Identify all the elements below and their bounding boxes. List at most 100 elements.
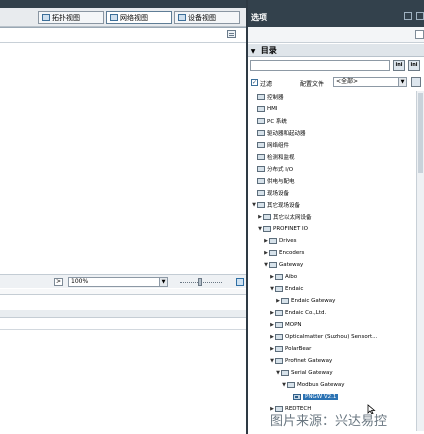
tree-item[interactable]: ▼ Gateway bbox=[263, 259, 303, 271]
tree-item-label: Drives bbox=[279, 238, 297, 244]
tree-item[interactable]: 供电与配电 bbox=[251, 175, 295, 187]
pin-icon[interactable] bbox=[416, 12, 424, 20]
watermark: 图片来源：兴达易控 bbox=[270, 414, 388, 429]
scroll-right-button[interactable]: > bbox=[54, 278, 63, 286]
tree-item[interactable]: 网络组件 bbox=[251, 139, 289, 151]
tree-item[interactable]: 分布式 I/O bbox=[251, 163, 293, 175]
tree-item[interactable]: ▶ Endaic Co.,Ltd. bbox=[269, 307, 326, 319]
overview-icon[interactable] bbox=[236, 278, 244, 286]
tree-item[interactable]: HMI bbox=[251, 103, 278, 115]
profile-value: <全部> bbox=[336, 78, 359, 85]
tab-topology-view[interactable]: 拓扑视图 bbox=[38, 11, 104, 24]
tree-item[interactable]: ▶ 其它以太网设备 bbox=[257, 211, 312, 223]
filter-checkbox[interactable]: ✓ bbox=[251, 79, 258, 86]
tree-item[interactable]: 现场设备 bbox=[251, 187, 289, 199]
minimize-icon[interactable] bbox=[404, 12, 412, 20]
tree-item-label: Endaic Co.,Ltd. bbox=[285, 310, 327, 316]
properties-header bbox=[0, 310, 246, 318]
folder-icon bbox=[275, 334, 283, 340]
tree-item[interactable]: ▶ Encoders bbox=[263, 247, 304, 259]
catalog-header[interactable]: ▼ 目录 bbox=[248, 44, 424, 57]
tree-item[interactable]: 检测和监视 bbox=[251, 151, 295, 163]
folder-icon bbox=[275, 358, 283, 364]
folder-icon bbox=[275, 286, 283, 292]
folder-icon bbox=[257, 202, 265, 208]
tree-item-label: 供电与配电 bbox=[267, 179, 295, 185]
tree-item[interactable]: ▼ Profinet Gateway bbox=[269, 355, 332, 367]
search-down-button[interactable]: ini bbox=[393, 60, 405, 71]
tree-item-label: Serial Gateway bbox=[291, 370, 333, 376]
tree-item[interactable]: ▶ PolarBear bbox=[269, 343, 311, 355]
folder-icon bbox=[257, 142, 265, 148]
scrollbar-thumb[interactable] bbox=[418, 93, 423, 173]
folder-icon bbox=[269, 250, 277, 256]
tree-item-label: Gateway bbox=[279, 262, 304, 268]
folder-icon bbox=[257, 118, 265, 124]
profile-settings-icon[interactable] bbox=[411, 77, 421, 87]
tree-item-label: 检测和监视 bbox=[267, 155, 295, 161]
folder-icon bbox=[275, 274, 283, 280]
folder-icon bbox=[257, 178, 265, 184]
folder-icon bbox=[269, 262, 277, 268]
tree-item-label: HMI bbox=[267, 106, 278, 112]
tree-item-label: 驱动器和起动器 bbox=[267, 131, 306, 137]
tree-item[interactable]: PNGW V2.1 bbox=[287, 391, 339, 403]
folder-icon bbox=[257, 190, 265, 196]
tree-item-label: PC 系统 bbox=[267, 119, 287, 125]
tree-item[interactable]: ▶ Aibo bbox=[269, 271, 297, 283]
tree-item[interactable]: ▶ MOPN bbox=[269, 319, 302, 331]
tree-item[interactable]: ▼ Modbus Gateway bbox=[281, 379, 345, 391]
tree-item-label: PROFINET IO bbox=[273, 226, 308, 232]
catalog-title: 目录 bbox=[260, 46, 277, 55]
tree-item[interactable]: ▼ PROFINET IO bbox=[257, 223, 308, 235]
tree-item-label: Endaic bbox=[285, 286, 304, 292]
tree-item[interactable]: 驱动器和起动器 bbox=[251, 127, 306, 139]
task-card-pane: 选项 ▼ 目录 ini ini ✓ 过滤 配置文件 <全部> ▼ 控制器 HMI P… bbox=[248, 0, 424, 434]
tree-item-label: Opticalmatter (Suzhou) Sensort... bbox=[285, 334, 378, 340]
zoom-select[interactable]: 100% ▼ bbox=[68, 277, 168, 287]
zoom-slider-handle[interactable] bbox=[198, 278, 202, 286]
tree-item[interactable]: ▼ 其它现场设备 bbox=[251, 199, 300, 211]
tree-item[interactable]: 控制器 bbox=[251, 91, 284, 103]
vertical-scrollbar[interactable] bbox=[416, 91, 424, 431]
folder-icon bbox=[275, 310, 283, 316]
folder-icon bbox=[263, 226, 271, 232]
options-header: 选项 bbox=[248, 8, 424, 27]
options-strip bbox=[248, 27, 424, 43]
tab-network-view[interactable]: 网络视图 bbox=[106, 11, 172, 24]
tree-item[interactable]: ▶ Endaic Gateway bbox=[275, 295, 335, 307]
chevron-down-icon[interactable]: ▼ bbox=[398, 78, 406, 86]
chevron-down-icon: ▼ bbox=[250, 48, 256, 55]
tree-item-label: Profinet Gateway bbox=[285, 358, 333, 364]
folder-icon bbox=[275, 346, 283, 352]
list-icon[interactable] bbox=[227, 30, 236, 38]
zoom-toolbar: > 100% ▼ bbox=[0, 274, 246, 288]
folder-icon bbox=[269, 238, 277, 244]
search-up-button[interactable]: ini bbox=[408, 60, 420, 71]
folder-icon bbox=[281, 370, 289, 376]
tree-item[interactable]: ▶ Drives bbox=[263, 235, 297, 247]
tree-item-label: 控制器 bbox=[267, 95, 284, 101]
folder-icon bbox=[257, 130, 265, 136]
zoom-value: 100% bbox=[71, 278, 89, 285]
properties-row bbox=[0, 318, 246, 330]
tree-item[interactable]: PC 系统 bbox=[251, 115, 287, 127]
title-strip bbox=[0, 0, 246, 8]
tree-item-label: Endaic Gateway bbox=[291, 298, 336, 304]
tree-item[interactable]: ▼ Endaic bbox=[269, 283, 303, 295]
tree-item[interactable]: ▶ Opticalmatter (Suzhou) Sensort... bbox=[269, 331, 377, 343]
tree-item-label: PNGW V2.1 bbox=[303, 394, 339, 400]
tree-item[interactable]: ▼ Serial Gateway bbox=[275, 367, 333, 379]
divider bbox=[0, 42, 246, 43]
folder-icon bbox=[287, 382, 295, 388]
tab-device-view[interactable]: 设备视图 bbox=[174, 11, 240, 24]
chevron-down-icon[interactable]: ▼ bbox=[159, 278, 167, 286]
folder-icon bbox=[257, 166, 265, 172]
collapse-icon[interactable] bbox=[415, 30, 424, 39]
device-icon bbox=[178, 14, 186, 21]
folder-icon bbox=[281, 298, 289, 304]
tree-item-label: Encoders bbox=[279, 250, 305, 256]
catalog-search-input[interactable] bbox=[250, 60, 390, 71]
profile-select[interactable]: <全部> ▼ bbox=[333, 77, 407, 87]
view-tabbar: 拓扑视图 网络视图 设备视图 bbox=[0, 8, 246, 27]
